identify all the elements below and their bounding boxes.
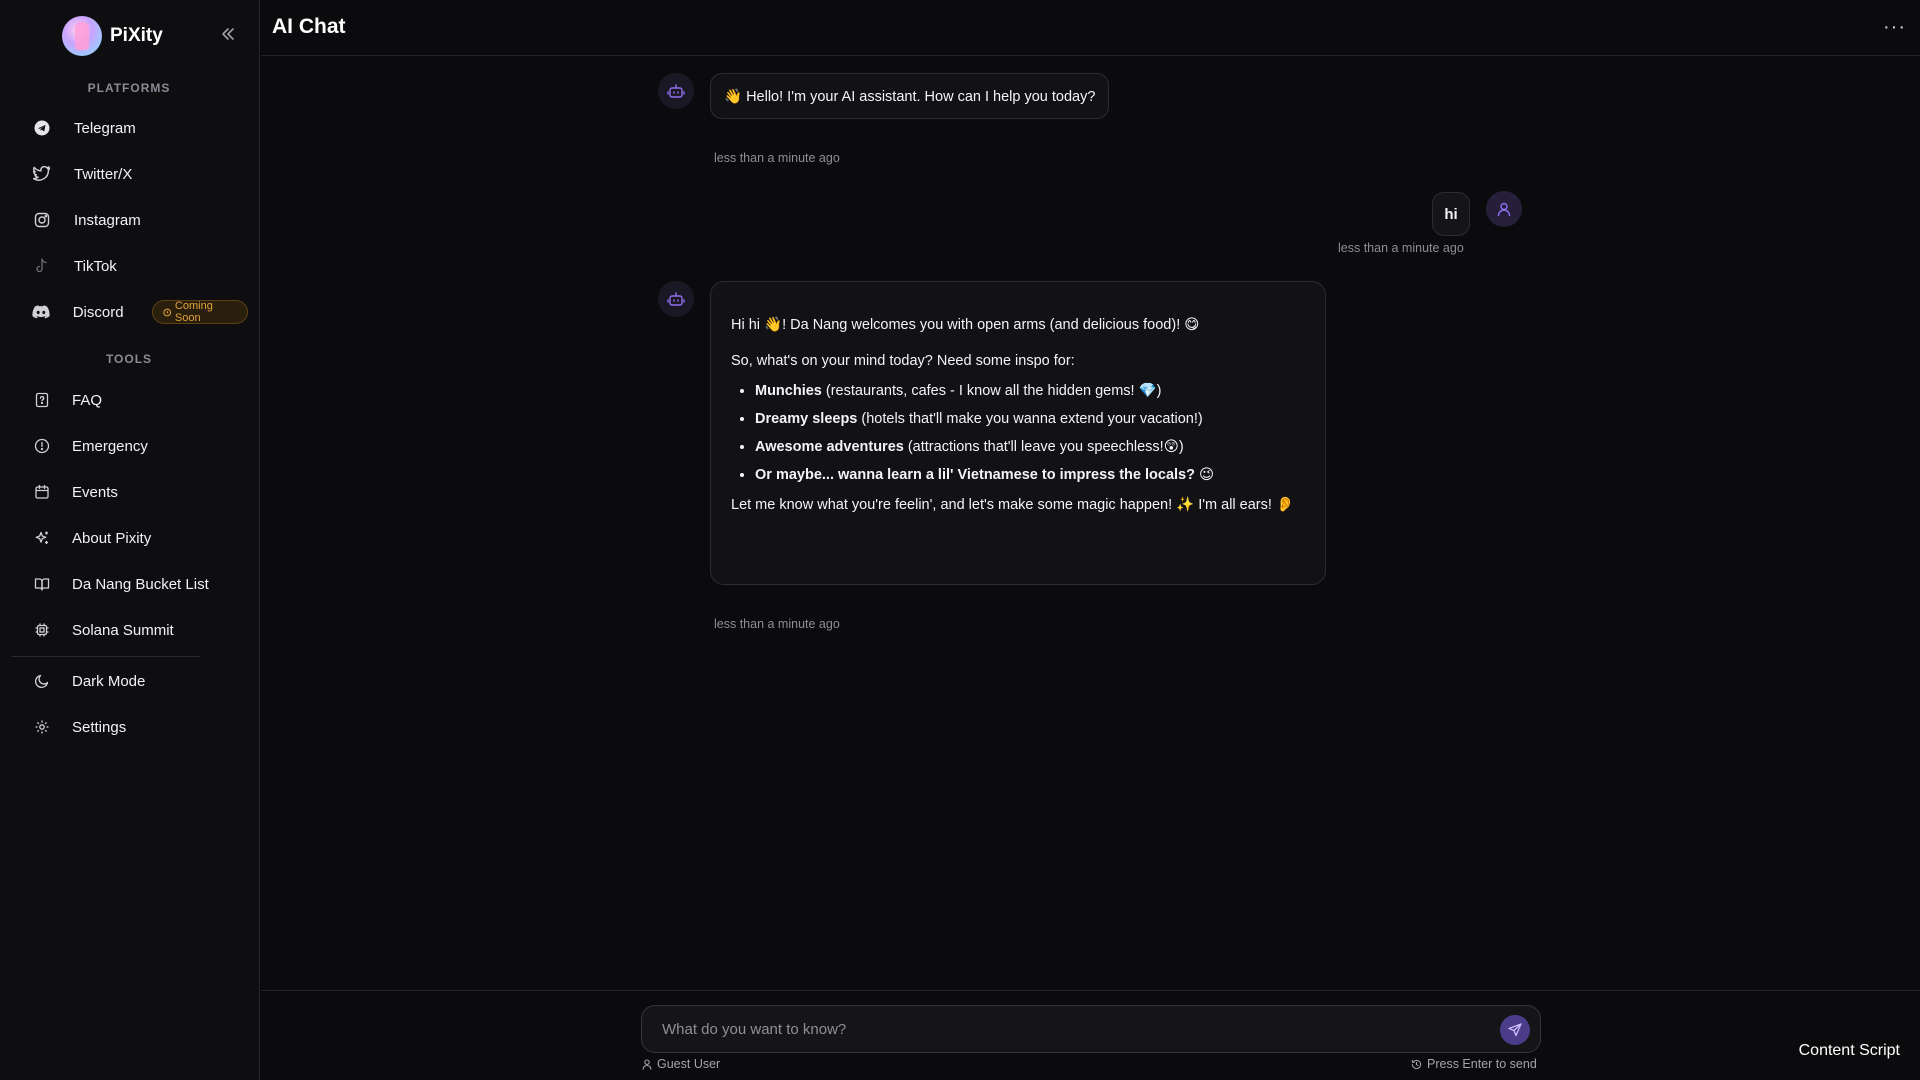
user-avatar xyxy=(1486,191,1522,227)
sidebar-item-dark-mode[interactable]: Dark Mode xyxy=(12,661,248,701)
message-timestamp: less than a minute ago xyxy=(1338,241,1464,255)
suggestion-list: Munchies (restaurants, cafes - I know al… xyxy=(755,381,1305,485)
list-item-text: (hotels that'll make you wanna extend yo… xyxy=(857,411,1203,427)
platforms-section-label: PLATFORMS xyxy=(87,81,171,95)
sidebar-item-label: Instagram xyxy=(74,211,141,229)
send-hint-text: Press Enter to send xyxy=(1427,1057,1537,1071)
alert-circle-icon xyxy=(32,436,52,456)
list-item: Awesome adventures (attractions that'll … xyxy=(755,437,1305,457)
sidebar-item-label: TikTok xyxy=(74,257,117,275)
more-options-icon[interactable]: ··· xyxy=(1883,16,1906,39)
sidebar-item-label: Events xyxy=(72,483,118,501)
bot-avatar xyxy=(658,281,694,317)
message-text: hi xyxy=(1444,205,1458,223)
sidebar-item-events[interactable]: Events xyxy=(12,472,248,512)
message-timestamp: less than a minute ago xyxy=(714,151,840,165)
user-message-bubble: hi xyxy=(1432,192,1470,236)
bot-icon xyxy=(667,84,685,98)
sidebar-item-emergency[interactable]: Emergency xyxy=(12,426,248,466)
tiktok-icon xyxy=(32,256,52,276)
list-item-title: Munchies xyxy=(755,383,822,399)
book-icon xyxy=(32,574,52,594)
sidebar-item-label: Discord xyxy=(72,303,124,321)
discord-icon xyxy=(32,302,51,322)
brand-logo xyxy=(62,16,102,56)
sidebar-item-label: Emergency xyxy=(72,437,148,455)
sidebar-item-tiktok[interactable]: TikTok xyxy=(12,246,248,286)
chat-input-box xyxy=(641,1005,1541,1053)
message-timestamp: less than a minute ago xyxy=(714,617,840,631)
sidebar-item-label: Twitter/X xyxy=(74,165,133,183)
message-outro: Let me know what you're feelin', and let… xyxy=(731,497,1294,513)
faq-icon xyxy=(32,390,52,410)
sidebar-item-label: Da Nang Bucket List xyxy=(72,575,209,593)
sidebar-item-faq[interactable]: FAQ xyxy=(12,380,248,420)
guest-user-label: Guest User xyxy=(642,1057,720,1071)
gear-icon xyxy=(32,717,52,737)
sidebar-item-label: Dark Mode xyxy=(72,672,146,690)
sidebar-item-settings[interactable]: Settings xyxy=(12,707,248,747)
sidebar-divider xyxy=(12,656,200,657)
moon-icon xyxy=(32,671,52,691)
bot-icon xyxy=(667,292,685,306)
chat-input[interactable] xyxy=(662,1006,1482,1052)
list-item: Munchies (restaurants, cafes - I know al… xyxy=(755,381,1305,401)
chip-icon xyxy=(32,620,52,640)
calendar-icon xyxy=(32,482,52,502)
sidebar-item-solana-summit[interactable]: Solana Summit xyxy=(12,610,248,650)
telegram-icon xyxy=(32,118,52,138)
list-item: Or maybe... wanna learn a lil' Vietnames… xyxy=(755,465,1305,485)
sidebar-item-label: FAQ xyxy=(72,391,103,409)
list-item-title: Or maybe... wanna learn a lil' Vietnames… xyxy=(755,467,1195,483)
sidebar-item-instagram[interactable]: Instagram xyxy=(12,200,248,240)
message-question: So, what's on your mind today? Need some… xyxy=(731,353,1075,369)
clock-icon xyxy=(162,308,171,316)
user-icon xyxy=(1497,202,1511,217)
list-item-text: (restaurants, cafes - I know all the hid… xyxy=(821,383,1162,399)
coming-soon-badge: Coming Soon xyxy=(151,300,248,324)
bot-avatar xyxy=(658,73,694,109)
list-item: Dreamy sleeps (hotels that'll make you w… xyxy=(755,409,1305,429)
message-bubble: 👋 Hello! I'm your AI assistant. How can … xyxy=(710,73,1110,119)
sidebar-item-discord[interactable]: Discord Coming Soon xyxy=(12,292,248,332)
instagram-icon xyxy=(32,210,52,230)
sidebar-item-about[interactable]: About Pixity xyxy=(12,518,248,558)
message-text: 👋 Hello! I'm your AI assistant. How can … xyxy=(724,88,1096,105)
sidebar-item-telegram[interactable]: Telegram xyxy=(12,108,248,148)
brand-name: PiXity xyxy=(110,25,163,46)
message-bubble: Hi hi 👋! Da Nang welcomes you with open … xyxy=(710,281,1326,585)
message-intro: Hi hi 👋! Da Nang welcomes you with open … xyxy=(731,317,1200,333)
sparkles-icon xyxy=(32,528,52,548)
coming-soon-text: Coming Soon xyxy=(174,300,213,324)
send-hint: Press Enter to send xyxy=(1411,1057,1537,1071)
list-item-title: Awesome adventures xyxy=(755,439,904,455)
collapse-sidebar-icon[interactable] xyxy=(218,24,238,44)
user-icon xyxy=(642,1058,652,1070)
list-item-title: Dreamy sleeps xyxy=(755,411,858,427)
list-item-text: 😉 xyxy=(1194,467,1215,483)
sidebar: PiXity PLATFORMS Telegram Twitter/X Inst… xyxy=(0,0,260,1080)
history-icon xyxy=(1411,1059,1422,1069)
brand[interactable]: PiXity xyxy=(62,16,163,56)
send-button[interactable] xyxy=(1500,1015,1530,1045)
page-title: AI Chat xyxy=(272,15,346,38)
chat-input-area: Guest User Press Enter to send xyxy=(261,990,1920,1080)
guest-user-text: Guest User xyxy=(657,1057,721,1071)
list-item-text: (attractions that'll leave you speechles… xyxy=(903,439,1184,455)
sidebar-item-twitter[interactable]: Twitter/X xyxy=(12,154,248,194)
sidebar-item-bucket-list[interactable]: Da Nang Bucket List xyxy=(12,564,248,604)
chat-header: AI Chat ··· xyxy=(261,0,1920,56)
sidebar-item-label: Solana Summit xyxy=(72,621,174,639)
twitter-icon xyxy=(32,164,52,184)
sidebar-item-label: Settings xyxy=(72,718,127,736)
sidebar-item-label: About Pixity xyxy=(72,529,152,547)
tools-section-label: TOOLS xyxy=(105,352,153,366)
sidebar-item-label: Telegram xyxy=(74,119,136,137)
send-icon xyxy=(1508,1023,1522,1037)
content-script-label: Content Script xyxy=(1798,1042,1900,1059)
